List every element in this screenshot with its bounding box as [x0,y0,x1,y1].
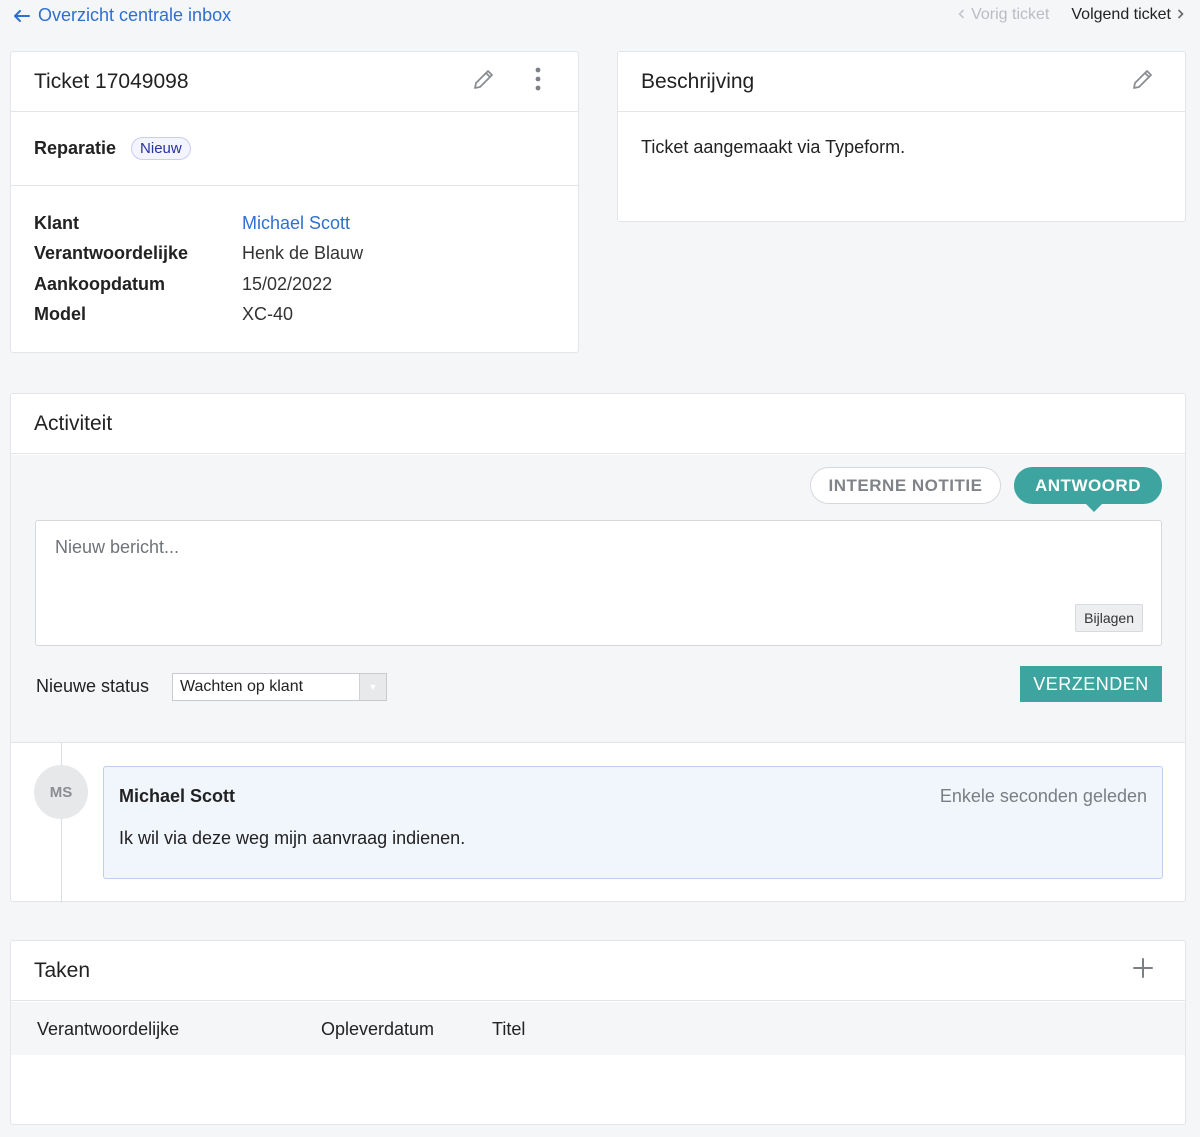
column-header-title: Titel [492,1019,526,1039]
field-row-assignee: Verantwoordelijke Henk de Blauw [34,239,555,270]
activity-header: Activiteit [11,394,1185,454]
activity-card: Activiteit INTERNE NOTITIE ANTWOORD Bijl… [10,393,1186,903]
message-box: Bijlagen [35,520,1162,646]
ticket-card-header: Ticket 17049098 [11,52,578,112]
field-row-customer: Klant Michael Scott [34,208,555,239]
comment-timestamp: Enkele seconden geleden [939,786,1147,806]
ticket-type-row: Reparatie Nieuw [11,112,578,186]
plus-icon [1133,957,1153,984]
field-row-model: Model XC-40 [34,300,555,331]
tab-reply[interactable]: ANTWOORD [1014,467,1162,512]
comment-author: Michael Scott [119,786,236,806]
new-status-label: Nieuwe status [36,676,150,696]
comment-text: Ik wil via deze weg mijn aanvraag indien… [119,828,466,848]
ticket-more-button[interactable] [534,67,542,97]
field-key: Model [34,304,86,325]
tasks-table-header: Verantwoordelijke Opleverdatum Titel [11,1002,1185,1055]
caret-down-icon: ▼ [359,674,386,700]
field-value: Henk de Blauw [242,243,364,264]
chevron-left-icon [958,6,965,24]
ticket-pager: Vorig ticket Volgend ticket [958,6,1184,24]
tab-internal-note[interactable]: INTERNE NOTITIE [810,467,1001,504]
field-value: 15/02/2022 [242,273,333,294]
tasks-card: Taken Verantwoordelijke Opleverdatum Tit… [10,940,1186,1125]
pencil-icon [1131,67,1155,97]
description-card: Beschrijving Ticket aangemaakt via Typef… [617,51,1186,222]
edit-ticket-button[interactable] [472,67,496,97]
edit-description-button[interactable] [1131,67,1155,97]
avatar: MS [34,765,88,819]
chevron-right-icon [1177,6,1184,24]
status-badge: Nieuw [131,137,191,160]
back-link-label: Overzicht centrale inbox [38,5,232,25]
ticket-fields: Klant Michael Scott Verantwoordelijke He… [11,186,578,330]
ticket-type: Reparatie [34,138,117,158]
status-select[interactable]: Wachten op klant ▼ [172,673,387,701]
tasks-header: Taken [11,941,1185,1001]
prev-ticket-label: Vorig ticket [971,6,1050,23]
column-header-due-date: Opleverdatum [321,1019,435,1039]
ticket-title: Ticket 17049098 [34,69,189,93]
description-header: Beschrijving [618,52,1185,112]
attachments-button[interactable]: Bijlagen [1075,604,1143,632]
ticket-card: Ticket 17049098 Reparatie Nieuw Klant Mi… [10,51,579,353]
description-text: Ticket aangemaakt via Typeform. [641,137,906,157]
description-title: Beschrijving [641,69,755,93]
status-select-value: Wachten op klant [180,678,304,695]
next-ticket-link[interactable]: Volgend ticket [1071,6,1184,24]
arrow-left-icon [14,9,30,22]
field-value: XC-40 [242,304,294,325]
back-to-inbox-link[interactable]: Overzicht centrale inbox [14,5,231,26]
message-input[interactable] [36,521,1161,645]
pencil-icon [472,67,496,97]
column-header-assignee: Verantwoordelijke [37,1019,180,1039]
prev-ticket-link: Vorig ticket [958,6,1049,24]
vertical-dots-icon [534,67,542,97]
add-task-button[interactable] [1133,957,1153,984]
field-key: Aankoopdatum [34,273,166,294]
activity-title: Activiteit [34,411,113,435]
tasks-title: Taken [34,958,91,982]
comment-bubble: Michael Scott Enkele seconden geleden Ik… [103,766,1163,879]
next-ticket-label: Volgend ticket [1071,6,1171,23]
field-key: Klant [34,212,79,233]
message-composer: INTERNE NOTITIE ANTWOORD Bijlagen Nieuwe… [11,455,1185,743]
send-button[interactable]: VERZENDEN [1020,666,1162,702]
field-key: Verantwoordelijke [34,243,189,264]
field-row-purchase-date: Aankoopdatum 15/02/2022 [34,269,555,300]
customer-link[interactable]: Michael Scott [242,213,350,234]
